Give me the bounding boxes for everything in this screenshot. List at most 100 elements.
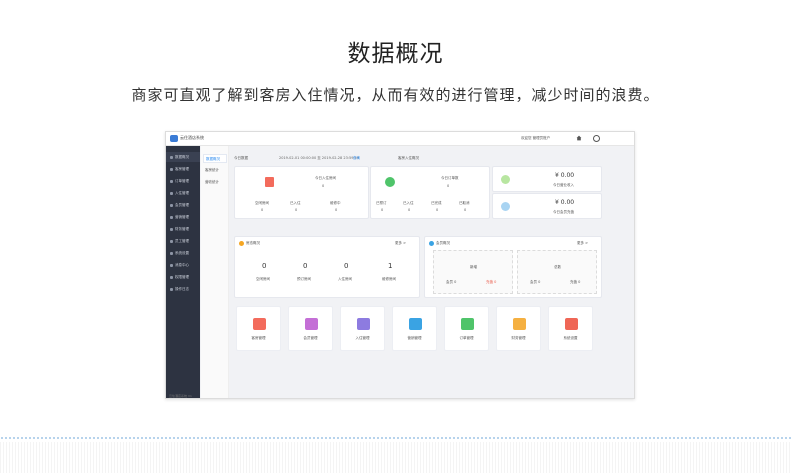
recharge-label: 今日会员充值 (553, 210, 574, 214)
menu-icon (170, 227, 173, 231)
plus-circle-icon (501, 202, 510, 211)
subnav-item-overview[interactable]: 数据概况 (203, 154, 227, 163)
module-tile-settings[interactable]: 系统设置 (548, 306, 593, 351)
sub-stat-value: 0 (436, 208, 439, 212)
menu-icon (170, 167, 173, 171)
sidebar-item-orders[interactable]: 订单管理 (166, 176, 200, 186)
home-icon[interactable] (576, 135, 582, 141)
brand-name: 云住酒店系统 (180, 135, 204, 140)
room-stats-panel: 房态概况 更多 > 0 空闲房间 0 预订房间 0 入住房间 1 维修房间 (234, 236, 420, 298)
recharge-card: ¥ 0.00 今日会员充值 (492, 193, 602, 219)
sub-stat-value: 0 (464, 208, 467, 212)
box-right-text: 充值 0 (570, 280, 581, 284)
module-tile-rooms[interactable]: 客房管理 (236, 306, 281, 351)
card-value: 0 (322, 184, 325, 188)
menu-icon (170, 179, 173, 183)
query-button[interactable]: 查询 (353, 156, 360, 161)
order-overview-card: 今日订单数 0 已预订 0 已入住 0 已完成 0 已取消 0 (370, 166, 490, 219)
menu-icon (170, 275, 173, 279)
stat-value: 0 (344, 262, 349, 270)
sidebar-item-messages[interactable]: 消息中心 (166, 260, 200, 270)
stat-label: 维修房间 (382, 277, 396, 281)
menu-icon (170, 155, 173, 159)
checkin-icon (357, 318, 370, 330)
dotted-divider (0, 437, 791, 439)
box-right-text: 充值 0 (486, 280, 497, 284)
sidebar-item-permissions[interactable]: 权限管理 (166, 272, 200, 282)
menu-icon (170, 191, 173, 195)
app-screenshot: 云住酒店系统 欢迎您 管理员账户 数据概况 客房管理 订单管理 入住管理 会员管… (165, 131, 635, 399)
stat-label: 空闲房间 (256, 277, 270, 281)
document-icon (265, 177, 274, 187)
sidebar-item-logs[interactable]: 操作日志 (166, 284, 200, 294)
stat-value: 1 (388, 262, 393, 270)
sub-stat-label: 已完成 (431, 201, 442, 205)
revenue-label: 今日营业收入 (553, 183, 574, 187)
settings-icon (565, 318, 578, 330)
member-icon (429, 241, 434, 246)
sub-stat-label: 维修中 (330, 201, 341, 205)
box-left-text: 会员 0 (530, 280, 541, 284)
plus-circle-icon (501, 175, 510, 184)
rooms-icon (253, 318, 266, 330)
module-tile-checkin[interactable]: 入住管理 (340, 306, 385, 351)
box-title: 总数 (554, 265, 561, 269)
panel-more-link[interactable]: 更多 > (577, 241, 588, 246)
sidebar-item-members[interactable]: 会员管理 (166, 200, 200, 210)
sidebar-item-rooms[interactable]: 客房管理 (166, 164, 200, 174)
sub-stat-label: 已取消 (459, 201, 470, 205)
sub-stat-value: 0 (381, 208, 384, 212)
card-label: 今日订单数 (441, 176, 459, 180)
panel-more-link[interactable]: 更多 > (395, 241, 406, 246)
bottom-pattern (0, 442, 791, 473)
finance-icon (513, 318, 526, 330)
member-stats-panel: 会员概况 更多 > 新增 会员 0 充值 0 总数 会员 0 充值 0 (424, 236, 602, 298)
sidebar-item-overview[interactable]: 数据概况 (166, 152, 200, 162)
module-tile-members[interactable]: 会员管理 (288, 306, 333, 351)
stat-value: 0 (303, 262, 308, 270)
orders-icon (461, 318, 474, 330)
card-label: 今日入住房间 (315, 176, 336, 180)
subnav: 数据概况 客房统计 营收统计 (201, 146, 229, 398)
sub-stat-label: 已入住 (290, 201, 301, 205)
logo-icon (170, 135, 178, 142)
member-total-box: 总数 会员 0 充值 0 (517, 250, 597, 294)
sidebar-item-settings[interactable]: 系统设置 (166, 248, 200, 258)
sidebar-item-marketing[interactable]: 营销管理 (166, 212, 200, 222)
menu-icon (170, 287, 173, 291)
status-icon (239, 241, 244, 246)
user-greeting[interactable]: 欢迎您 管理员账户 (521, 136, 550, 141)
app-topbar: 云住酒店系统 欢迎您 管理员账户 (166, 132, 634, 146)
module-tile-finance[interactable]: 财务管理 (496, 306, 541, 351)
sub-stat-label: 已预订 (376, 201, 387, 205)
sub-stat-value: 0 (295, 208, 298, 212)
subnav-item-revenue[interactable]: 营收统计 (203, 178, 227, 187)
menu-icon (170, 215, 173, 219)
card-value: 0 (447, 184, 450, 188)
sidebar-item-finance[interactable]: 财务管理 (166, 224, 200, 234)
sub-stat-label: 已入住 (403, 201, 414, 205)
recharge-value: ¥ 0.00 (555, 199, 575, 206)
filter-label: 今日数据 (234, 156, 248, 160)
members-icon (305, 318, 318, 330)
sidebar-item-checkin[interactable]: 入住管理 (166, 188, 200, 198)
subnav-item-rooms[interactable]: 客房统计 (203, 166, 227, 175)
sidebar: 数据概况 客房管理 订单管理 入住管理 会员管理 营销管理 财务管理 员工管理 … (166, 146, 200, 398)
panel-title: 房态概况 (246, 241, 260, 245)
sidebar-item-staff[interactable]: 员工管理 (166, 236, 200, 246)
menu-icon (170, 251, 173, 255)
stat-label: 入住房间 (338, 277, 352, 281)
menu-icon (170, 239, 173, 243)
page-title: 数据概况 (347, 41, 444, 67)
power-icon[interactable] (593, 135, 600, 142)
date-range[interactable]: 2019-02-01 00:00:00 至 2019-02-28 23:59:5… (279, 156, 359, 161)
sub-stat-value: 0 (335, 208, 338, 212)
box-title: 新增 (470, 265, 477, 269)
revenue-value: ¥ 0.00 (555, 172, 575, 179)
panel-title: 会员概况 (436, 241, 450, 245)
module-tile-marketing[interactable]: 营销管理 (392, 306, 437, 351)
money-bag-icon (385, 177, 395, 187)
module-tile-orders[interactable]: 订单管理 (444, 306, 489, 351)
overview-center-label: 客房入住概况 (398, 156, 419, 160)
stat-label: 预订房间 (297, 277, 311, 281)
